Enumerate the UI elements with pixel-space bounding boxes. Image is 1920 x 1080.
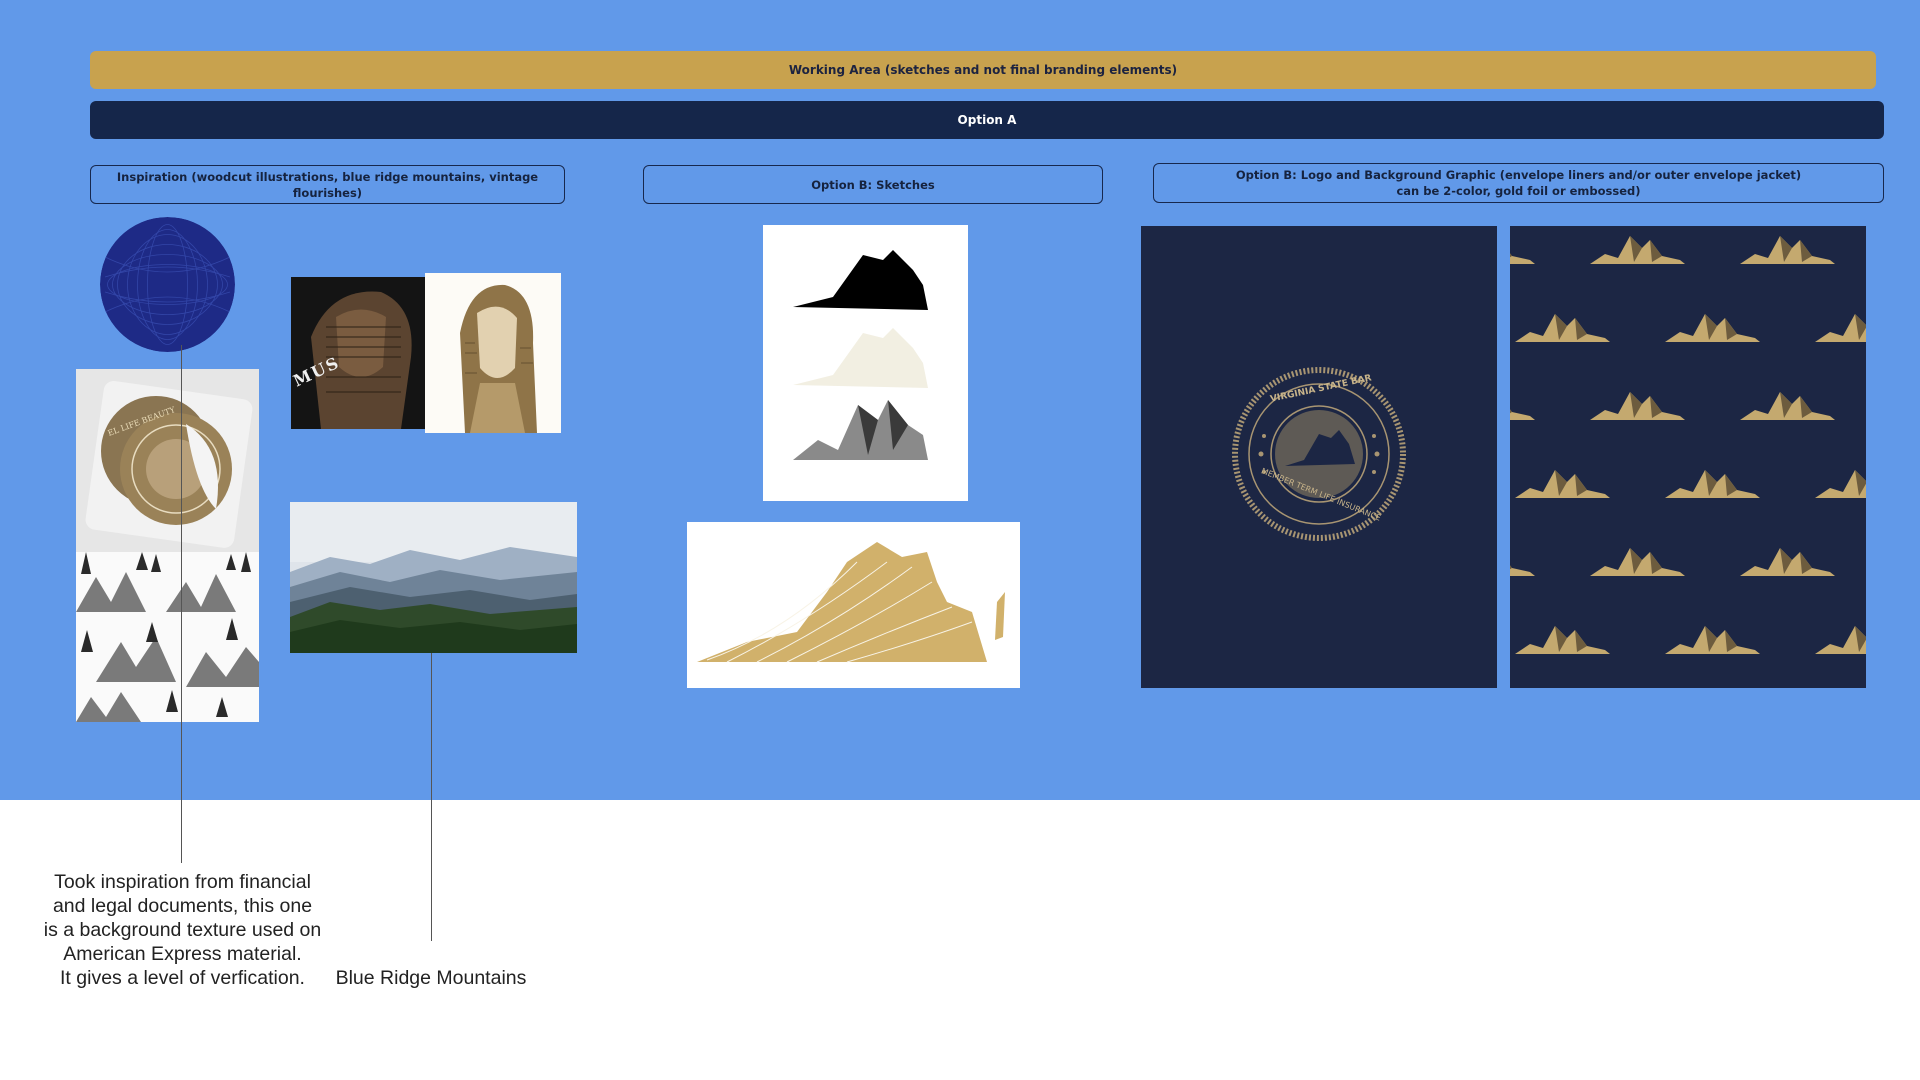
connector-line-texture [181,345,182,863]
gold-sticker-image [76,369,259,552]
woodcut-portrait-card-image [291,277,426,429]
woodcut-woman-portrait-image [425,273,561,433]
gold-line-virginia-map-image [687,522,1020,688]
connector-line-mountains [431,653,432,941]
texture-inspiration-note: Took inspiration from financial and lega… [43,871,322,989]
section-label-sketches: Option B: Sketches [643,165,1103,204]
option-a-banner: Option A [90,101,1884,139]
section-label-inspiration: Inspiration (woodcut illustrations, blue… [90,165,565,204]
guilloche-texture-image [100,217,235,352]
envelope-seal-logo-mockup [1141,226,1497,688]
blue-ridge-mountains-label: Blue Ridge Mountains [335,967,527,989]
working-area-banner: Working Area (sketches and not final bra… [90,51,1876,89]
virginia-silhouette-sketch-image [763,225,968,501]
section-label-logo-background: Option B: Logo and Background Graphic (e… [1153,163,1884,203]
mountain-pattern-background-mockup [1510,226,1866,688]
mountain-woodcut-pattern-image [76,552,259,722]
blue-ridge-mountains-photo [290,502,577,653]
